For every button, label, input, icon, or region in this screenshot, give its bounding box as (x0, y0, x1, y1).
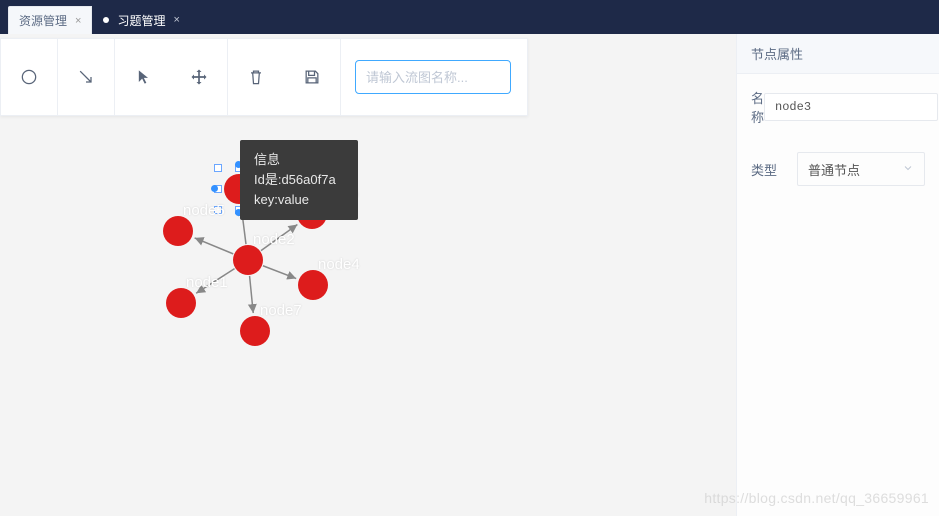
tab-resources[interactable]: 资源管理 × (8, 6, 92, 34)
name-field[interactable] (764, 93, 938, 121)
pointer-tool-button[interactable] (115, 39, 171, 115)
close-icon[interactable]: × (75, 15, 81, 27)
trash-icon (246, 67, 266, 87)
type-select-value: 普通节点 (808, 160, 860, 179)
delete-button[interactable] (228, 39, 284, 115)
dirty-dot-icon (103, 17, 109, 23)
graph-node[interactable]: node5 (163, 216, 193, 246)
circle-tool-button[interactable] (1, 39, 57, 115)
save-button[interactable] (284, 39, 340, 115)
close-icon[interactable]: × (173, 14, 179, 26)
tooltip-line: key:value (254, 190, 344, 210)
tab-exercises[interactable]: 习题管理 × (92, 6, 190, 34)
graph-edge (195, 238, 234, 254)
tooltip-line: Id是:d56a0f7a (254, 170, 344, 190)
graph-node[interactable]: node2 (233, 245, 263, 275)
circle-icon (19, 67, 39, 87)
move-icon (189, 67, 209, 87)
side-panel-title: 节点属性 (737, 34, 939, 74)
save-icon (302, 67, 322, 87)
graph-node[interactable]: node1 (166, 288, 196, 318)
graph-edge (250, 276, 254, 313)
graph-node[interactable]: node7 (240, 316, 270, 346)
graph-edge (261, 225, 297, 251)
flow-name-input[interactable] (355, 60, 511, 94)
arrow-tool-button[interactable] (58, 39, 114, 115)
name-label: 名称 (751, 88, 764, 126)
side-panel: 节点属性 名称 类型 普通节点 (736, 34, 939, 516)
graph-node[interactable]: node4 (298, 270, 328, 300)
tooltip-title: 信息 (254, 150, 344, 170)
type-label: 类型 (751, 160, 797, 179)
chevron-down-icon (902, 162, 914, 177)
tooltip: 信息 Id是:d56a0f7a key:value (240, 140, 358, 220)
form-row-type: 类型 普通节点 (751, 152, 925, 186)
arrow-diag-icon (76, 67, 96, 87)
move-tool-button[interactable] (171, 39, 227, 115)
graph-edge (263, 266, 296, 279)
toolbar-search (355, 60, 527, 94)
tabs-bar: 资源管理 × 习题管理 × (0, 0, 939, 34)
selection-handle[interactable] (214, 206, 222, 214)
side-panel-body: 名称 类型 普通节点 (737, 74, 939, 226)
type-select[interactable]: 普通节点 (797, 152, 925, 186)
selection-handle[interactable] (214, 164, 222, 172)
selection-anchor[interactable] (211, 185, 218, 192)
graph-edges (0, 124, 736, 524)
tab-label: 资源管理 (19, 12, 67, 29)
tab-label: 习题管理 (117, 12, 165, 29)
pointer-icon (133, 67, 153, 87)
graph-canvas[interactable]: node2node3node5node6node1node4node7 (0, 124, 736, 516)
content: node2node3node5node6node1node4node7 信息 I… (0, 34, 939, 516)
canvas-wrap: node2node3node5node6node1node4node7 信息 I… (0, 34, 736, 516)
graph-edge (196, 269, 234, 294)
form-row-name: 名称 (751, 88, 925, 126)
toolbar (0, 38, 528, 116)
